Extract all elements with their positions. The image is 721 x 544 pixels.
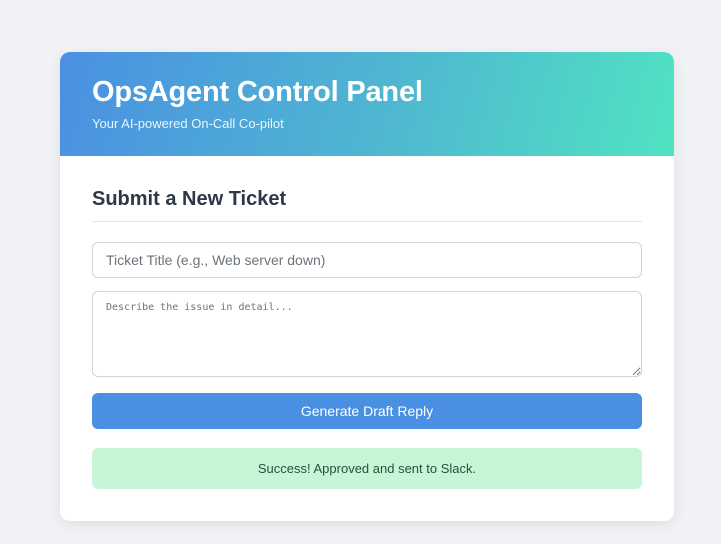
- section-title: Submit a New Ticket: [92, 188, 287, 210]
- control-panel-card: OpsAgent Control Panel Your AI-powered O…: [60, 52, 674, 521]
- panel-header: OpsAgent Control Panel Your AI-powered O…: [60, 52, 674, 156]
- app-title: OpsAgent Control Panel: [92, 76, 423, 108]
- ticket-description-input[interactable]: [92, 291, 642, 377]
- app-subtitle: Your AI-powered On-Call Co-pilot: [92, 116, 284, 131]
- success-status-message: Success! Approved and sent to Slack.: [92, 448, 642, 489]
- section-divider: [92, 221, 642, 222]
- generate-draft-reply-button[interactable]: Generate Draft Reply: [92, 393, 642, 429]
- ticket-title-input[interactable]: [92, 242, 642, 278]
